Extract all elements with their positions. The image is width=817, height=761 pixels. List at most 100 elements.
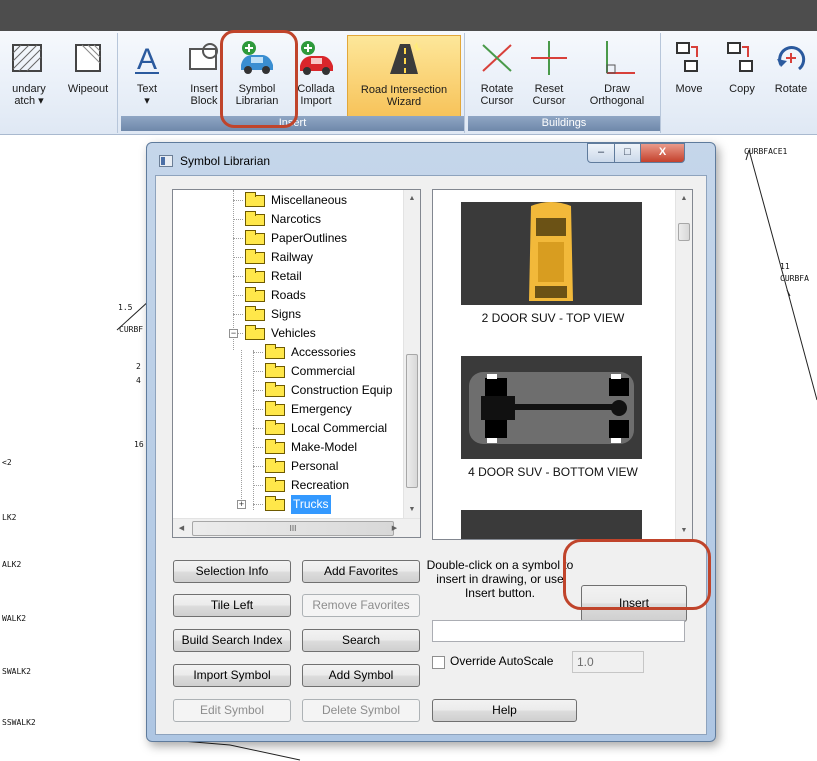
folder-icon	[265, 382, 285, 397]
ribbon-group-draw: undary atch ▾ Wipeout	[0, 33, 118, 133]
collada-import-button[interactable]: Collada Import	[287, 35, 345, 117]
dialog-body: Miscellaneous Narcotics PaperOutlines Railw…	[155, 175, 707, 735]
scroll-up-arrow-icon[interactable]: ▲	[404, 190, 420, 207]
tree-guide	[253, 428, 263, 429]
override-autoscale-checkbox[interactable]	[432, 656, 445, 669]
preview-vertical-scrollbar[interactable]: ▲ ▼	[675, 190, 692, 539]
selection-info-button[interactable]: Selection Info	[173, 560, 291, 583]
drawing-label: 1.5	[118, 303, 133, 312]
move-button[interactable]: Move	[666, 35, 712, 117]
drawing-label: 4	[136, 376, 141, 385]
scroll-up-arrow-icon[interactable]: ▲	[676, 190, 692, 207]
open-folder-icon	[265, 496, 285, 511]
drawing-label: LK2	[2, 513, 17, 522]
ribbon-group-insert: A Text ▾ Insert Block Symbol Librarian C…	[121, 33, 465, 133]
search-input[interactable]	[432, 620, 685, 642]
boundary-hatch-icon	[12, 44, 42, 72]
suv-top-view-icon	[461, 202, 642, 305]
tree-guide	[253, 466, 263, 467]
tree-item-label: Miscellaneous	[271, 193, 348, 207]
folder-icon	[265, 458, 285, 473]
tree-guide	[253, 350, 254, 510]
delete-symbol-button[interactable]: Delete Symbol	[302, 699, 420, 722]
drawing-label: CURBF	[119, 325, 144, 334]
symbol-thumbnail-4-door-suv[interactable]	[461, 356, 642, 459]
drawing-label: <2	[2, 458, 12, 467]
tree-guide	[233, 276, 243, 277]
rotate-button[interactable]: Rotate	[768, 35, 814, 117]
maximize-button[interactable]: □	[614, 143, 641, 163]
scroll-down-arrow-icon[interactable]: ▼	[676, 522, 692, 539]
tree-guide	[233, 200, 243, 201]
group-label-insert: Insert	[121, 116, 464, 131]
expand-toggle-icon[interactable]: +	[237, 500, 246, 509]
help-button[interactable]: Help	[432, 699, 577, 722]
tree-guide	[253, 390, 263, 391]
draw-orthogonal-button[interactable]: Draw Orthogonal	[578, 35, 656, 117]
tree-vertical-scrollbar[interactable]: ▲ ▼	[403, 190, 420, 518]
copy-button[interactable]: Copy	[720, 35, 764, 117]
tree-horizontal-scrollbar[interactable]: ◀ III ▶	[173, 518, 420, 537]
tree-item-label: Emergency	[291, 402, 352, 416]
drawing-label: 2	[136, 362, 141, 371]
tree-hscroll-thumb[interactable]: III	[192, 521, 394, 536]
symbol-librarian-dialog: Symbol Librarian – □ X Miscellaneous Narc…	[146, 142, 716, 742]
tree-item-label: Roads	[271, 288, 306, 302]
insert-button[interactable]: Insert	[581, 585, 687, 622]
scroll-left-arrow-icon[interactable]: ◀	[173, 520, 190, 537]
autoscale-input[interactable]: 1.0	[572, 651, 644, 673]
text-button[interactable]: A Text ▾	[127, 35, 167, 117]
symbol-thumbnail-2-door-suv[interactable]	[461, 202, 642, 305]
tile-left-button[interactable]: Tile Left	[173, 594, 291, 617]
scroll-right-arrow-icon[interactable]: ▶	[386, 520, 403, 537]
tree-guide	[253, 371, 263, 372]
group-label-buildings: Buildings	[468, 116, 660, 131]
road-wizard-icon	[390, 42, 422, 74]
edit-symbol-button[interactable]: Edit Symbol	[173, 699, 291, 722]
tree-scroll-thumb[interactable]	[406, 354, 418, 488]
build-search-index-button[interactable]: Build Search Index	[173, 629, 291, 652]
folder-icon	[245, 268, 265, 283]
symbol-thumbnail-partial[interactable]	[461, 510, 642, 539]
symbol-librarian-button[interactable]: Symbol Librarian	[227, 35, 287, 117]
minimize-button[interactable]: –	[587, 143, 615, 163]
close-button[interactable]: X	[640, 143, 685, 163]
folder-icon	[245, 306, 265, 321]
rotate-icon	[777, 46, 806, 71]
insert-block-icon	[189, 43, 218, 70]
drawing-label: ALK2	[2, 560, 22, 569]
drawing-label: 16	[134, 440, 144, 449]
preview-scroll-thumb[interactable]	[678, 223, 690, 241]
drawing-label: WALK2	[2, 614, 27, 623]
collapse-toggle-icon[interactable]: −	[229, 329, 238, 338]
svg-text:A: A	[137, 43, 157, 76]
wipeout-button[interactable]: Wipeout	[60, 35, 116, 117]
tree-item-label: Commercial	[291, 364, 356, 378]
add-symbol-button[interactable]: Add Symbol	[302, 664, 420, 687]
tree-item-label: Retail	[271, 269, 302, 283]
tree-guide	[253, 485, 263, 486]
tree-guide	[233, 314, 243, 315]
tree-guide	[233, 257, 243, 258]
scroll-down-arrow-icon[interactable]: ▼	[404, 501, 420, 518]
road-intersection-wizard-button[interactable]: Road Intersection Wizard	[347, 35, 461, 117]
import-symbol-button[interactable]: Import Symbol	[173, 664, 291, 687]
rotate-cursor-button[interactable]: Rotate Cursor	[472, 35, 522, 117]
ribbon: undary atch ▾ Wipeout A Text ▾ Insert Bl…	[0, 31, 817, 135]
search-button[interactable]: Search	[302, 629, 420, 652]
reset-cursor-button[interactable]: Reset Cursor	[524, 35, 574, 117]
draw-orthogonal-icon	[606, 41, 635, 74]
folder-icon	[265, 420, 285, 435]
add-favorites-button[interactable]: Add Favorites	[302, 560, 420, 583]
category-tree[interactable]: Miscellaneous Narcotics PaperOutlines Railw…	[172, 189, 421, 538]
folder-icon	[245, 325, 265, 340]
remove-favorites-button[interactable]: Remove Favorites	[302, 594, 420, 617]
tree-guide	[253, 504, 263, 505]
drawing-label: 11	[780, 262, 790, 271]
tree-item-label: Trucks	[291, 495, 331, 514]
symbol-preview-panel[interactable]: 2 DOOR SUV - TOP VIEW 4 DOOR SUV - BOTTO…	[432, 189, 693, 540]
collada-car-icon	[300, 41, 333, 75]
tree-item-label: Make-Model	[291, 440, 358, 454]
boundary-hatch-button[interactable]: undary atch ▾	[0, 35, 58, 117]
insert-block-button[interactable]: Insert Block	[181, 35, 227, 117]
